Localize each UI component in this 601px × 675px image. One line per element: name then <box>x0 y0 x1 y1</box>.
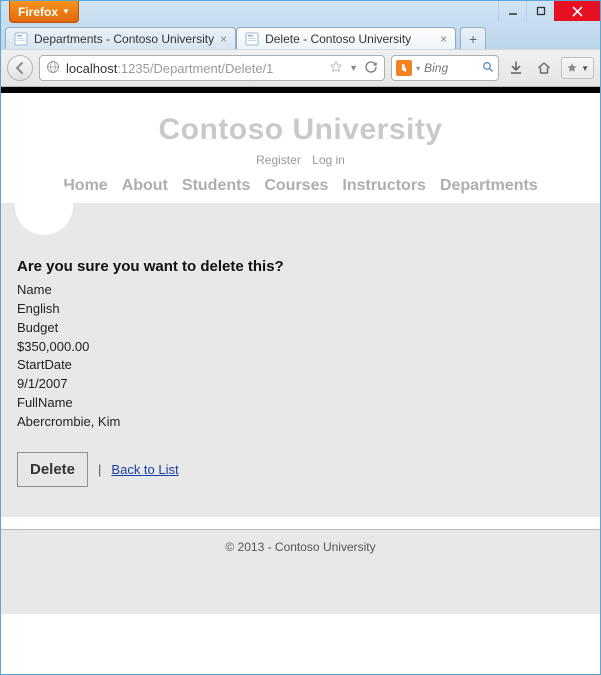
bookmark-star-icon <box>566 62 578 74</box>
window-titlebar: Firefox ▼ <box>1 1 600 23</box>
back-to-list-link[interactable]: Back to List <box>111 462 178 477</box>
field-label: Name <box>17 281 584 300</box>
url-dropdown-icon[interactable]: ▼ <box>349 63 358 73</box>
tab-delete[interactable]: Delete - Contoso University × <box>236 27 456 49</box>
bing-icon <box>396 60 412 76</box>
back-button[interactable] <box>7 55 33 81</box>
search-go-icon[interactable] <box>482 61 494 76</box>
firefox-menu-label: Firefox <box>18 5 58 19</box>
search-placeholder: Bing <box>424 61 478 75</box>
field-value: $350,000.00 <box>17 338 584 357</box>
chevron-down-icon: ▼ <box>62 7 70 16</box>
main-nav: Home About Students Courses Instructors … <box>1 177 600 195</box>
browser-toolbar: localhost:1235/Department/Delete/1 ▼ ▾ B… <box>1 49 600 87</box>
form-actions: Delete | Back to List <box>17 452 584 487</box>
window-minimize-button[interactable] <box>498 1 526 21</box>
tab-strip: Departments - Contoso University × Delet… <box>1 23 600 49</box>
globe-icon <box>46 60 60 77</box>
nav-courses[interactable]: Courses <box>264 177 328 195</box>
tab-close-icon[interactable]: × <box>220 32 227 46</box>
page-favicon-icon <box>245 32 259 46</box>
field-value: English <box>17 300 584 319</box>
reload-icon[interactable] <box>364 60 378 77</box>
field-value: 9/1/2007 <box>17 375 584 394</box>
field-label: FullName <box>17 394 584 413</box>
field-label: Budget <box>17 319 584 338</box>
window-maximize-button[interactable] <box>526 1 554 21</box>
downloads-icon[interactable] <box>505 57 527 79</box>
content-gap <box>1 517 600 529</box>
url-host: localhost <box>66 61 117 76</box>
login-link[interactable]: Log in <box>312 153 345 167</box>
nav-students[interactable]: Students <box>182 177 250 195</box>
header-notch <box>15 177 73 235</box>
page-header: Contoso University Register Log in Home … <box>1 93 600 203</box>
tab-close-icon[interactable]: × <box>440 32 447 46</box>
page-favicon-icon <box>14 32 28 46</box>
field-label: StartDate <box>17 356 584 375</box>
tab-label: Delete - Contoso University <box>265 32 434 46</box>
home-icon[interactable] <box>533 57 555 79</box>
search-bar[interactable]: ▾ Bing <box>391 55 499 81</box>
search-engine-dropdown-icon[interactable]: ▾ <box>416 64 420 73</box>
content-area: Are you sure you want to delete this? Na… <box>1 238 600 517</box>
page-footer: © 2013 - Contoso University <box>1 529 600 614</box>
chevron-down-icon: ▼ <box>581 64 589 73</box>
bookmark-star-icon[interactable] <box>329 60 343 77</box>
register-link[interactable]: Register <box>256 153 301 167</box>
details-list: Name English Budget $350,000.00 StartDat… <box>17 281 584 432</box>
url-bar[interactable]: localhost:1235/Department/Delete/1 ▼ <box>39 55 385 81</box>
page-viewport: Contoso University Register Log in Home … <box>1 87 600 674</box>
confirm-heading: Are you sure you want to delete this? <box>17 258 584 275</box>
window-controls <box>498 1 600 23</box>
tab-label: Departments - Contoso University <box>34 32 214 46</box>
subheader-area <box>1 203 600 238</box>
action-divider: | <box>98 462 101 477</box>
tab-departments[interactable]: Departments - Contoso University × <box>5 27 236 49</box>
firefox-menu-button[interactable]: Firefox ▼ <box>9 1 79 23</box>
nav-departments[interactable]: Departments <box>440 177 538 195</box>
window-close-button[interactable] <box>554 1 600 21</box>
nav-instructors[interactable]: Instructors <box>342 177 426 195</box>
url-text: localhost:1235/Department/Delete/1 <box>66 61 323 76</box>
delete-button[interactable]: Delete <box>17 452 88 487</box>
field-value: Abercrombie, Kim <box>17 413 584 432</box>
site-title: Contoso University <box>1 113 600 147</box>
nav-about[interactable]: About <box>122 177 168 195</box>
new-tab-button[interactable]: + <box>460 27 486 49</box>
bookmarks-menu-button[interactable]: ▼ <box>561 57 594 79</box>
account-links: Register Log in <box>1 153 600 167</box>
url-path: :1235/Department/Delete/1 <box>117 61 273 76</box>
